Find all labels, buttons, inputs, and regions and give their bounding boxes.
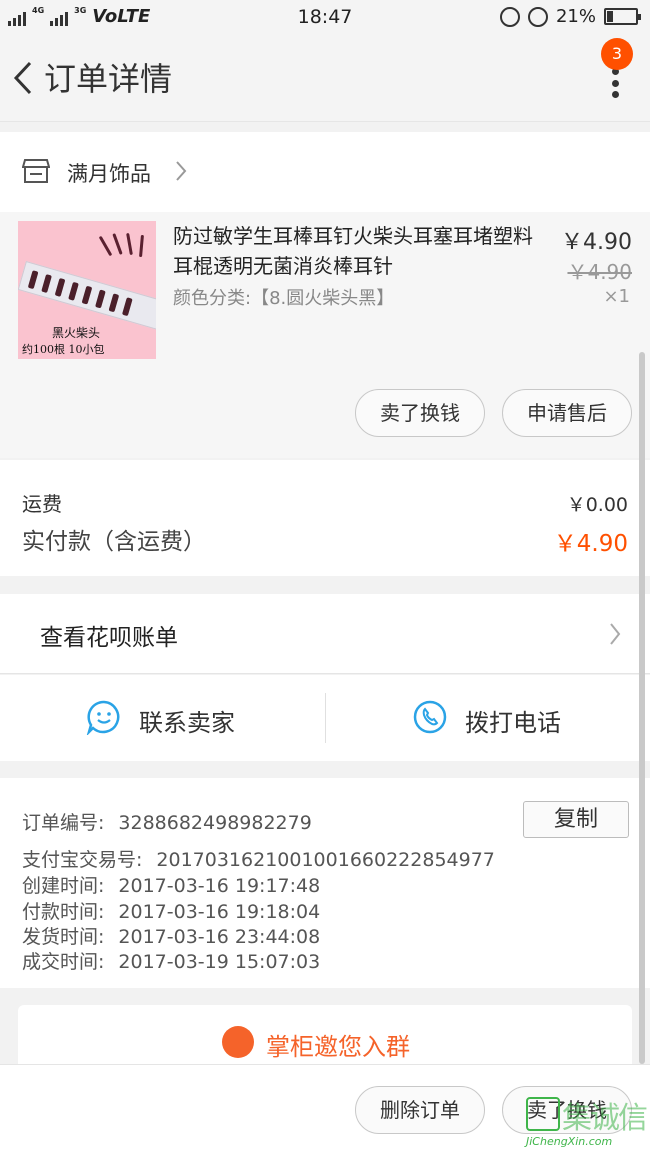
alipay-number-value: 2017031621001001660222854977 [156, 849, 495, 871]
chevron-right-icon [176, 161, 187, 181]
product-sku: 颜色分类:【8.圆火柴头黑】 [173, 288, 395, 309]
status-bar: 4G 3G VoLTE 18:47 21% [0, 0, 650, 34]
order-info: 订单编号: 3288682498982279 复制 支付宝交易号: 20170316… [0, 778, 650, 988]
shop-name: 满月饰品 [67, 162, 151, 186]
paid-value: ￥4.90 [553, 531, 628, 557]
product-thumbnail[interactable]: 黑火柴头 约100根 10小包 [18, 221, 156, 359]
done-time-line: 成交时间: 2017-03-19 15:07:03 [22, 947, 320, 974]
sell-for-cash-button[interactable]: 卖了换钱 [355, 389, 485, 437]
scrollbar[interactable] [639, 352, 645, 1064]
more-menu-icon[interactable] [610, 68, 620, 98]
fee-summary: 运费 ￥0.00 实付款（含运费） ￥4.90 [0, 460, 650, 576]
call-phone-button[interactable]: 拨打电话 [326, 675, 650, 761]
watermark-text: 集诚信 [562, 1101, 648, 1136]
order-number-line: 订单编号: 3288682498982279 [22, 808, 312, 835]
product-quantity: ×1 [603, 286, 630, 307]
created-time-value: 2017-03-16 19:17:48 [118, 875, 321, 897]
thumb-caption-1: 黑火柴头 [52, 326, 101, 340]
notification-badge: 3 [601, 38, 633, 70]
page-title: 订单详情 [44, 60, 173, 98]
contact-seller-label: 联系卖家 [139, 709, 235, 737]
huabei-label: 查看花呗账单 [40, 625, 178, 651]
status-right: 21% [499, 6, 641, 27]
paid-label: 实付款（含运费） [22, 529, 206, 555]
watermark-sub: JiChengXin.com [526, 1135, 613, 1148]
done-time-value: 2017-03-19 15:07:03 [118, 951, 321, 973]
shop-icon [22, 159, 50, 183]
alipay-number-label: 支付宝交易号: [22, 849, 143, 871]
paid-time-line: 付款时间: 2017-03-16 19:18:04 [22, 897, 320, 924]
nav-bar: 订单详情 3 [0, 34, 650, 122]
contact-row: 联系卖家 拨打电话 [0, 675, 650, 761]
order-number-value: 3288682498982279 [118, 812, 312, 834]
rotation-lock-icon [499, 6, 520, 27]
huabei-bill-row[interactable]: 查看花呗账单 [0, 594, 650, 674]
battery-icon [604, 8, 641, 25]
call-phone-label: 拨打电话 [465, 709, 561, 737]
join-group-label: 掌柜邀您入群 [266, 1033, 410, 1061]
done-time-label: 成交时间: [22, 951, 105, 973]
paid-time-label: 付款时间: [22, 901, 105, 923]
group-icon [222, 1026, 254, 1058]
created-time-label: 创建时间: [22, 875, 105, 897]
product-price: ￥4.90 [561, 230, 632, 255]
copy-button[interactable]: 复制 [523, 801, 629, 838]
after-sale-button[interactable]: 申请售后 [502, 389, 632, 437]
paid-time-value: 2017-03-16 19:18:04 [118, 901, 321, 923]
alarm-icon [527, 6, 548, 27]
order-number-label: 订单编号: [22, 812, 105, 834]
contact-seller-button[interactable]: 联系卖家 [0, 675, 325, 761]
created-time-line: 创建时间: 2017-03-16 19:17:48 [22, 871, 320, 898]
shipping-value: ￥0.00 [566, 494, 628, 516]
watermark-logo-icon [526, 1097, 560, 1131]
back-arrow-icon[interactable] [10, 60, 40, 96]
chevron-right-icon [610, 623, 621, 645]
shop-row[interactable]: 满月饰品 [0, 132, 650, 212]
product-section: 黑火柴头 约100根 10小包 防过敏学生耳棒耳钉火柴头耳塞耳堵塑料耳棍透明无菌… [0, 212, 650, 458]
phone-icon [413, 700, 447, 734]
watermark: 集诚信 JiChengXin.com [526, 1093, 648, 1153]
delete-order-button[interactable]: 删除订单 [355, 1086, 485, 1134]
product-original-price: ￥4.90 [567, 260, 632, 284]
product-title[interactable]: 防过敏学生耳棒耳钉火柴头耳塞耳堵塑料耳棍透明无菌消炎棒耳针 [173, 221, 549, 281]
shipping-label: 运费 [22, 492, 62, 516]
shipped-time-value: 2017-03-16 23:44:08 [118, 926, 321, 948]
shipped-time-label: 发货时间: [22, 926, 105, 948]
battery-percent: 21% [555, 6, 596, 27]
chat-icon [86, 700, 120, 735]
shipped-time-line: 发货时间: 2017-03-16 23:44:08 [22, 922, 320, 949]
alipay-number-line: 支付宝交易号: 2017031621001001660222854977 [22, 845, 495, 872]
thumb-caption-2: 约100根 10小包 [22, 343, 105, 356]
thumb-package [18, 261, 156, 332]
